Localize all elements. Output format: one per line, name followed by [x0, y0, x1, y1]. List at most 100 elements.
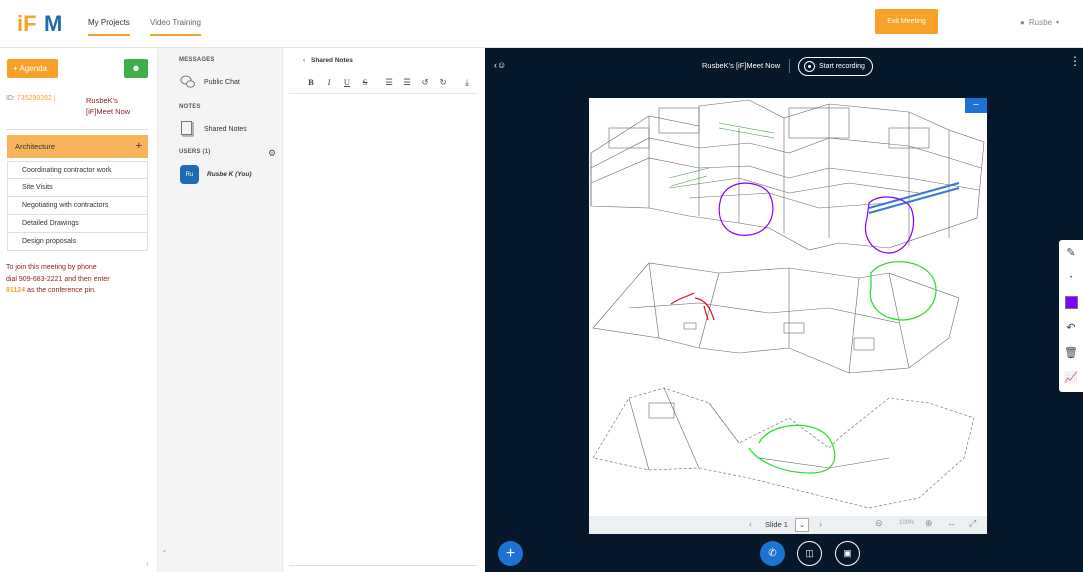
presentation-area: ‹☺ RusbeK's [iF]Meet Now Start recording… [485, 48, 1083, 572]
toggle-userlist-icon[interactable]: ‹☺ [494, 60, 506, 70]
slide-number: Slide 1 [765, 520, 788, 529]
agenda-panel: + Agenda ☻ ID: 735290282 | RusbeK's [iF]… [0, 48, 158, 572]
notes-title: Shared Notes [310, 57, 353, 64]
shared-notes-label: Shared Notes [204, 125, 247, 133]
phone-line-3: as the conference pin. [27, 287, 96, 294]
slide-select-chevron-icon[interactable]: ⌄ [795, 518, 809, 532]
options-menu-icon[interactable]: ⋮ [1069, 55, 1081, 67]
redo-icon[interactable]: ↻ [437, 77, 449, 88]
agenda-scrollbar[interactable]: ⌄ › [146, 48, 172, 572]
gear-icon[interactable]: ⚙ [268, 148, 276, 159]
plus-icon: + [505, 544, 516, 562]
shared-notes-item[interactable]: Shared Notes [180, 121, 247, 137]
color-picker[interactable] [1059, 290, 1083, 315]
architectural-drawing [590, 99, 985, 509]
svg-text:iF: iF [17, 11, 37, 36]
notes-editor[interactable] [289, 95, 477, 563]
add-user-icon: ☻ [131, 63, 141, 73]
user-icon: ● [1020, 18, 1025, 27]
avatar-initials: Ru [185, 172, 194, 178]
meeting-id: ID: 735290282 | [6, 95, 56, 102]
share-screen-button[interactable]: ▣ [835, 541, 860, 566]
public-chat-item[interactable]: Public Chat [180, 74, 240, 90]
shared-notes-panel: ‹ Shared Notes B I U S ☰ ☰ ↺ ↻ ⤓ [283, 48, 485, 572]
pencil-icon[interactable]: ✎ [1059, 240, 1083, 265]
thickness-dot-icon[interactable]: • [1059, 265, 1083, 290]
zoom-in-icon[interactable]: ⊕ [925, 518, 933, 529]
underline-button[interactable]: U [341, 77, 353, 88]
video-off-button[interactable]: ◫ [797, 541, 822, 566]
zoom-out-icon[interactable]: ⊝ [875, 518, 883, 529]
record-icon [804, 61, 815, 72]
agenda-item[interactable]: Site Visits [7, 179, 148, 197]
next-slide-icon[interactable]: › [819, 519, 822, 529]
tab-video-training[interactable]: Video Training [150, 18, 201, 36]
bold-button[interactable]: B [305, 77, 317, 88]
italic-button[interactable]: I [323, 77, 335, 88]
scroll-down-icon[interactable]: ⌄ [161, 545, 168, 554]
color-swatch [1064, 296, 1078, 309]
actions-plus-button[interactable]: + [498, 541, 523, 566]
user-list-panel: MESSAGES Public Chat NOTES Shared Notes … [172, 48, 283, 572]
add-user-button[interactable]: ☻ [124, 59, 148, 78]
user-name: Rusbe K (You) [207, 171, 252, 178]
scroll-right-icon[interactable]: › [146, 559, 149, 568]
agenda-item[interactable]: Negotiating with contractors [7, 197, 148, 215]
ordered-list-icon[interactable]: ☰ [383, 77, 395, 88]
user-menu[interactable]: ● Rusbe ▾ [1020, 18, 1059, 27]
slide-controls: ‹ Slide 1 ⌄ › ⊝ 100% ⊕ ↔ ⤢ [589, 516, 987, 534]
multi-user-whiteboard-icon[interactable]: 📈 [1059, 365, 1083, 390]
fullscreen-icon[interactable]: ⤢ [969, 518, 976, 529]
user-name: Rusbe [1028, 18, 1052, 27]
record-label: Start recording [819, 63, 865, 70]
exit-meeting-button[interactable]: Exit Meeting [875, 9, 938, 34]
whiteboard-toolbar: ✎ • ↶ 🗑 📈 [1059, 240, 1083, 392]
phone-icon: ✆ [768, 548, 777, 559]
start-recording-button[interactable]: Start recording [798, 57, 873, 76]
chevron-left-icon[interactable]: ‹ [303, 57, 305, 64]
strikethrough-button[interactable]: S [359, 77, 371, 88]
phone-line-2: dial 909-683-2221 and then enter [6, 275, 110, 283]
toolbar-divider [289, 93, 477, 94]
public-chat-label: Public Chat [204, 78, 240, 86]
slide-canvas[interactable] [589, 98, 987, 516]
phone-line-1: To join this meeting by phone [6, 264, 97, 271]
presentation-title: RusbeK's [iF]Meet Now [702, 61, 781, 70]
top-navigation-bar: iF M My Projects Video Training Exit Mee… [0, 0, 1083, 48]
notes-icon [181, 121, 194, 137]
add-item-icon[interactable]: + [136, 135, 142, 158]
chat-bubbles-icon [180, 75, 195, 88]
notes-header[interactable]: ‹ Shared Notes [303, 57, 353, 64]
avatar: Ru [180, 165, 199, 184]
export-icon[interactable]: ⤓ [461, 77, 473, 88]
minimize-presentation-button[interactable]: – [965, 98, 987, 113]
tab-my-projects[interactable]: My Projects [88, 18, 130, 36]
messages-heading: MESSAGES [179, 57, 215, 63]
bullet-list-icon[interactable]: ☰ [401, 77, 413, 88]
user-list-item[interactable]: Ru Rusbe K (You) [180, 165, 252, 184]
undo-annotation-icon[interactable]: ↶ [1059, 315, 1083, 340]
zoom-level: 100% [899, 520, 915, 526]
agenda-item[interactable]: Coordinating contractor work [7, 161, 148, 179]
svg-text:M: M [44, 11, 62, 36]
agenda-list: Coordinating contractor work Site Visits… [7, 161, 148, 251]
undo-icon[interactable]: ↺ [419, 77, 431, 88]
audio-phone-button[interactable]: ✆ [760, 541, 785, 566]
conference-pin: 91124 [6, 287, 26, 294]
agenda-item[interactable]: Detailed Drawings [7, 215, 148, 233]
ifm-logo[interactable]: iF M [17, 10, 63, 36]
agenda-section-architecture[interactable]: Architecture + [7, 135, 148, 158]
users-heading: USERS (1) [179, 149, 211, 155]
agenda-item[interactable]: Design proposals [7, 233, 148, 251]
trash-icon[interactable]: 🗑 [1059, 340, 1083, 365]
notes-toolbar: B I U S ☰ ☰ ↺ ↻ ⤓ [305, 77, 473, 88]
screen-share-off-icon: ▣ [843, 548, 852, 558]
notes-heading: NOTES [179, 104, 201, 110]
agenda-button[interactable]: + Agenda [7, 59, 58, 78]
section-title: Architecture [15, 142, 56, 151]
meeting-name: RusbeK's [iF]Meet Now [86, 96, 131, 116]
prev-slide-icon[interactable]: ‹ [749, 519, 752, 529]
meeting-id-prefix: ID: [6, 95, 15, 102]
fit-width-icon[interactable]: ↔ [947, 518, 956, 528]
divider [6, 129, 148, 130]
